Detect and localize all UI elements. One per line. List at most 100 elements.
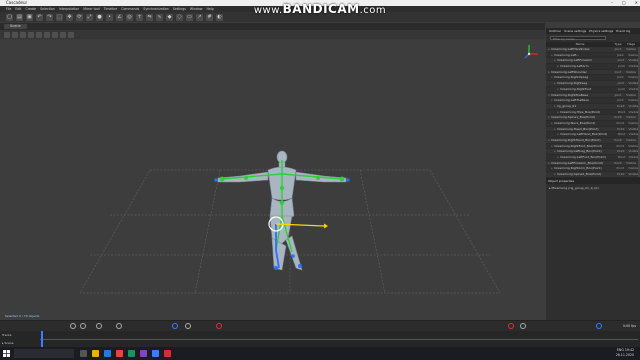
tray-time: 19:42 [624,348,634,352]
auto-key-icon[interactable] [508,323,514,329]
row-name: • rig_group_01 [554,103,577,108]
row-name: • mixamorig:RightLeg [554,81,588,86]
file-explorer-icon[interactable] [92,350,99,357]
row-type: Point [617,155,626,160]
row-type: Joint [618,64,625,69]
scene-track-label[interactable]: ▸ Scene [2,341,14,345]
timeline-playhead[interactable] [41,331,43,347]
timeline-settings-icon[interactable] [520,323,526,329]
timeline-panel[interactable]: Tracks ▸ Scene [0,331,640,347]
row-name: • mixamorig:LeftArm [557,64,589,69]
row-type: Point [614,160,622,165]
viewport-tab-bar: Scene [0,23,545,30]
time-value: 0:00 fps [623,324,636,328]
bones-visibility-icon[interactable] [52,31,58,38]
bandicam-watermark: www.BANDICAM.com [0,2,640,16]
watermark-brand: BANDICAM [282,2,360,16]
system-tray[interactable]: ENG 19:42 28.11.2020 [616,348,634,358]
tab-scene[interactable]: Scene [4,24,27,29]
row-name: • mixamorig:LeftToeBase [551,98,589,103]
row-name: • mixamorig:Left... [551,52,580,57]
fps-icon[interactable] [596,323,602,329]
store-icon[interactable] [128,350,135,357]
row-name: • mixamorig:RightToeBase [548,92,589,97]
viewport-status: Selected 0 / 70 objects [5,314,40,318]
light-icon[interactable] [68,31,74,38]
row-flags: Visible [626,69,636,74]
box-icon[interactable] [36,31,42,38]
windows-start-icon[interactable] [3,350,10,357]
loop-icon[interactable] [70,323,76,329]
row-type: Joint [616,98,624,103]
properties-item[interactable]: ▸ Mixamorig (rig_group_01_1) (0) [549,186,599,190]
row-type: Point [614,138,622,142]
row-flags: Visible [626,92,636,97]
wireframe-icon[interactable] [12,31,18,38]
outliner-panel: Outliner Scene settings Physics settings… [546,28,640,201]
viewport-3d[interactable]: Selected 0 / 70 objects [0,40,545,320]
play-icon[interactable] [116,323,122,329]
cascadeur-icon[interactable] [152,350,159,357]
row-type: Point [617,126,625,131]
bottom-control-bar: 0:00 fps [0,320,640,331]
tab-outliner[interactable]: Outliner [549,28,561,34]
row-name: • mixamorig:RightArm_Box(Point) [551,166,602,171]
timeline-ruler[interactable] [40,333,638,340]
properties-panel: Object properties ▸ Mixamorig (rig_group… [546,178,640,323]
app-icon[interactable] [140,350,147,357]
row-type: Point [614,115,622,120]
tab-physics-settings[interactable]: Physics settings [589,28,613,34]
step-back-icon[interactable] [96,323,102,329]
row-name: • mixamorig:RightFoot [557,86,592,91]
row-type: Joint [614,69,622,74]
chrome-icon[interactable] [116,350,123,357]
row-flags: Visible [626,138,636,142]
xray-icon[interactable] [20,31,26,38]
shading-icon[interactable] [4,31,10,38]
row-name: • mixamorig:LeftHand_Box(Point) [557,132,608,137]
row-name: • mixamorig:LeftFoot_Box(Point) [557,155,606,160]
row-name: • mixamorig:Spine2_Box(Point) [554,172,601,177]
os-taskbar: ENG 19:42 28.11.2020 [0,347,640,360]
axis-gizmo[interactable] [524,45,538,59]
row-name: • mixamorig:LeftForeArm [554,58,593,63]
row-name: • mixamorig:Spine1_Box(Point) [548,115,595,120]
tab-event-log[interactable]: Event log [616,28,630,34]
row-name: • mixamorig:Neck_Box(Point) [551,120,596,125]
row-type: Point [616,166,624,171]
row-type: Point [617,103,625,108]
rewind-icon[interactable] [80,323,86,329]
record-icon[interactable] [216,323,222,329]
row-type: Joint [616,52,624,57]
row-type: Joint [616,75,624,80]
row-flags: Visible [626,115,636,120]
cube-icon[interactable] [28,31,34,38]
mesh-visibility-icon[interactable] [60,31,66,38]
row-type: Joint [614,47,622,51]
taskbar-search-input[interactable] [14,349,74,358]
bandicam-icon[interactable] [164,350,171,357]
row-type: Joint [614,92,622,97]
watermark-suffix: .com [359,5,387,16]
task-view-icon[interactable] [80,350,87,357]
joints-visibility-icon[interactable] [44,31,50,38]
row-type: Point [616,120,624,125]
row-flags: Visible [626,47,636,51]
keyframe-icon[interactable] [172,323,178,329]
scene-canvas[interactable] [0,40,545,320]
row-type: Point [617,172,625,177]
row-type: Joint [618,86,625,91]
edge-icon[interactable] [104,350,111,357]
row-type: Point [617,132,626,137]
interval-icon[interactable] [185,323,191,329]
row-name: • mixamorig:RightHand_Box(Point) [548,138,601,142]
row-name: • mixamorig:LeftForeArm_Box(Point) [548,160,603,165]
outliner-search-input[interactable]: Filter by name [550,36,606,41]
row-name: • mixamorig:RightUpLeg [551,75,589,80]
viewport-toolbar [0,30,545,39]
row-name: • mixamorig:Head_Box(Point) [554,126,599,131]
row-name: • mixamorig:Hips_Box(Point) [557,109,601,114]
tracks-label: Tracks [2,333,12,337]
properties-title: Object properties [546,179,640,184]
tab-scene-settings[interactable]: Scene settings [564,28,586,34]
